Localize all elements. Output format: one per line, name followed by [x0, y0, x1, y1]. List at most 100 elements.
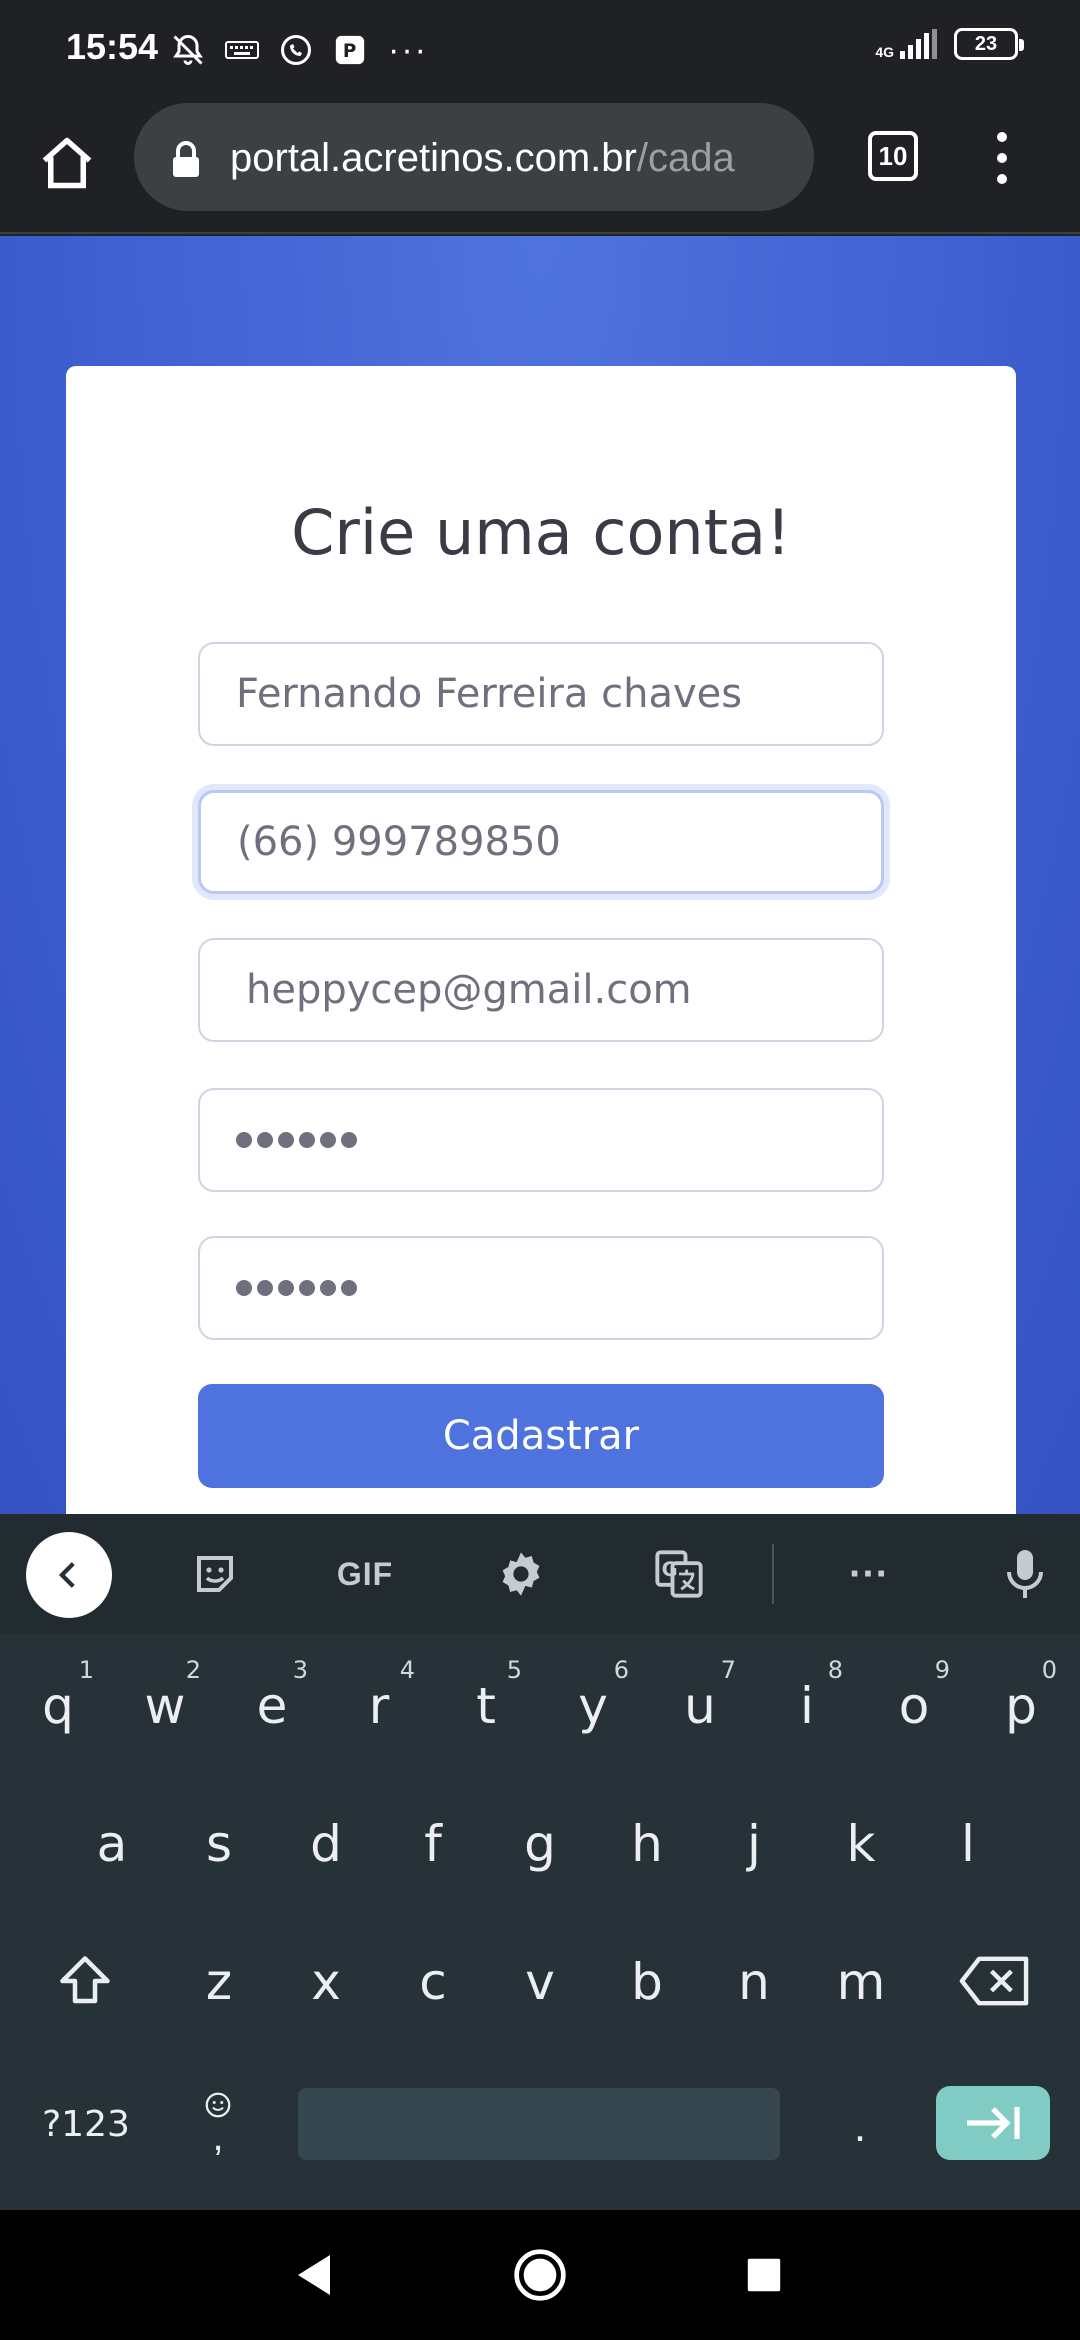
- symbols-key-label: ?123: [42, 2103, 130, 2145]
- keyboard-settings-button[interactable]: [486, 1544, 556, 1604]
- key-c[interactable]: c: [383, 1922, 483, 2042]
- keyboard-collapse-button[interactable]: [26, 1532, 112, 1618]
- key-z[interactable]: z: [169, 1922, 269, 2042]
- translate-button[interactable]: G: [644, 1544, 714, 1604]
- toolbar-divider: [772, 1544, 774, 1604]
- menu-dot: [997, 153, 1007, 163]
- key-d[interactable]: d: [276, 1784, 376, 1904]
- web-page: Crie uma conta! Cadastrar: [0, 236, 1080, 1514]
- register-button-label: Cadastrar: [442, 1413, 640, 1459]
- shift-icon: [60, 1956, 110, 2004]
- register-button[interactable]: Cadastrar: [198, 1384, 884, 1488]
- password-dot: [341, 1132, 357, 1148]
- key-w[interactable]: w2: [115, 1646, 215, 1766]
- tab-count: 10: [878, 140, 908, 171]
- voice-input-button[interactable]: [990, 1544, 1060, 1604]
- phone-input[interactable]: [201, 793, 881, 891]
- keyboard-toolbar: GIF G ···: [0, 1514, 1080, 1634]
- key-o[interactable]: o9: [864, 1646, 964, 1766]
- name-input[interactable]: [200, 644, 882, 744]
- back-triangle-icon: [298, 2255, 330, 2295]
- confirm-password-field[interactable]: [198, 1236, 884, 1340]
- password-dot: [299, 1132, 315, 1148]
- key-i[interactable]: i8: [757, 1646, 857, 1766]
- period-key[interactable]: .: [836, 2084, 884, 2164]
- key-r[interactable]: r4: [329, 1646, 429, 1766]
- enter-key[interactable]: [936, 2086, 1050, 2160]
- sticker-button[interactable]: [180, 1544, 250, 1604]
- key-y[interactable]: y6: [543, 1646, 643, 1766]
- nav-home-button[interactable]: [508, 2243, 572, 2307]
- password-dot: [299, 1280, 315, 1296]
- translate-icon: G: [655, 1550, 703, 1598]
- key-a[interactable]: a: [62, 1784, 162, 1904]
- password-dot: [257, 1280, 273, 1296]
- key-b[interactable]: b: [597, 1922, 697, 2042]
- key-x[interactable]: x: [276, 1922, 376, 2042]
- key-k[interactable]: k: [811, 1784, 911, 1904]
- url-path: /cada: [636, 136, 735, 180]
- key-f[interactable]: f: [383, 1784, 483, 1904]
- password-dot: [320, 1280, 336, 1296]
- key-g[interactable]: g: [490, 1784, 590, 1904]
- password-mask: [236, 1090, 357, 1190]
- password-dot: [341, 1280, 357, 1296]
- key-u[interactable]: u7: [650, 1646, 750, 1766]
- muted-bell-icon: [168, 30, 208, 70]
- password-dot: [236, 1132, 252, 1148]
- phone-field[interactable]: [198, 790, 884, 894]
- gif-button[interactable]: GIF: [320, 1544, 410, 1604]
- url-text: portal.acretinos.com.br/cada: [230, 136, 735, 181]
- password-dot: [236, 1280, 252, 1296]
- recents-square-icon: [747, 2258, 781, 2292]
- key-p[interactable]: p0: [971, 1646, 1071, 1766]
- nav-back-button[interactable]: [282, 2243, 346, 2307]
- password-dot: [320, 1132, 336, 1148]
- chevron-left-icon: [58, 1562, 75, 1588]
- page-title: Crie uma conta!: [291, 496, 791, 569]
- password-field[interactable]: [198, 1088, 884, 1192]
- comma-emoji-key[interactable]: ,: [186, 2074, 250, 2170]
- key-q[interactable]: q1: [8, 1646, 108, 1766]
- key-h[interactable]: h: [597, 1784, 697, 1904]
- parking-app-icon: P: [330, 30, 370, 70]
- key-e[interactable]: e3: [222, 1646, 322, 1766]
- email-field[interactable]: [198, 938, 884, 1042]
- backspace-icon: [959, 1956, 1029, 2006]
- key-v[interactable]: v: [490, 1922, 590, 2042]
- gear-icon: [502, 1552, 540, 1596]
- comma-label: ,: [212, 2115, 224, 2159]
- period-label: .: [853, 2102, 867, 2151]
- status-bar: 15:54 P ··· 4G 23: [0, 0, 1080, 98]
- address-bar[interactable]: portal.acretinos.com.br/cada: [134, 103, 814, 211]
- nav-recents-button[interactable]: [732, 2243, 796, 2307]
- more-tools-button[interactable]: ···: [834, 1544, 904, 1604]
- key-t[interactable]: t5: [436, 1646, 536, 1766]
- key-n[interactable]: n: [704, 1922, 804, 2042]
- symbols-key[interactable]: ?123: [24, 2080, 148, 2168]
- tab-switcher-button[interactable]: 10: [868, 131, 918, 181]
- browser-menu-button[interactable]: [982, 128, 1022, 188]
- whatsapp-icon: [276, 30, 316, 70]
- tab-next-icon: [967, 2107, 1020, 2139]
- key-l[interactable]: l: [918, 1784, 1018, 1904]
- svg-text:P: P: [343, 41, 357, 62]
- password-dot: [278, 1280, 294, 1296]
- email-input[interactable]: [200, 940, 882, 1040]
- status-system-icons: 4G 23: [875, 28, 1024, 60]
- confirm-password-mask: [236, 1238, 357, 1338]
- lock-icon: [173, 141, 199, 177]
- signal-icon: [900, 29, 937, 59]
- space-key[interactable]: [298, 2088, 780, 2160]
- key-s[interactable]: s: [169, 1784, 269, 1904]
- key-j[interactable]: j: [704, 1784, 804, 1904]
- name-field[interactable]: [198, 642, 884, 746]
- microphone-icon: [1007, 1550, 1043, 1598]
- home-button[interactable]: [32, 128, 102, 198]
- password-dot: [278, 1132, 294, 1148]
- shift-key[interactable]: [40, 1926, 130, 2036]
- sticker-icon: [197, 1556, 233, 1592]
- key-m[interactable]: m: [811, 1922, 911, 2042]
- status-notification-icons: P ···: [168, 28, 428, 72]
- backspace-key[interactable]: [944, 1926, 1044, 2036]
